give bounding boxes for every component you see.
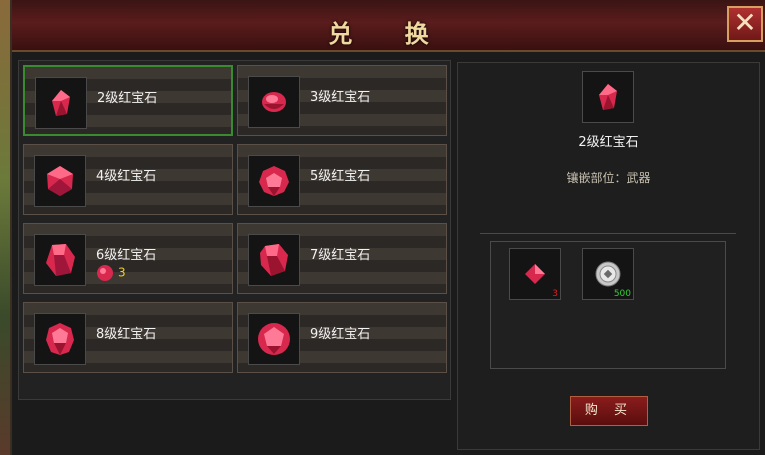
ruby-gem-icon [46,244,75,276]
ruby-gem-icon [262,92,286,112]
item-name: 2级红宝石 [97,91,158,106]
ruby-shard-icon [97,265,113,281]
item-ruby-lv6[interactable]: 6级红宝石 3 [23,223,233,294]
cost-slot-coin: 500 [582,248,634,300]
item-icon-slot [248,234,300,286]
ruby-gem-icon [47,166,73,196]
ruby-gem-icon [599,84,617,110]
item-icon-slot [35,77,87,129]
item-name: 9级红宝石 [310,327,371,342]
item-name: 3级红宝石 [310,90,371,105]
item-name: 5级红宝石 [310,169,371,184]
item-name: 8级红宝石 [96,327,157,342]
item-ruby-lv3[interactable]: 3级红宝石 [237,65,447,136]
cost-slot-ruby: 3 [509,248,561,300]
item-name: 6级红宝石 [96,248,157,263]
item-ruby-lv5[interactable]: 5级红宝石 [237,144,447,215]
cost-qty: 500 [613,289,631,299]
item-ruby-lv2[interactable]: 2级红宝石 [23,65,233,136]
item-list-panel: 2级红宝石 3级红宝石 4级红宝石 5级红宝石 6级红宝石 3 7级红宝石 8级… [18,60,451,400]
cost-qty: 3 [552,289,558,299]
close-icon: ✕ [733,6,757,39]
item-ruby-lv7[interactable]: 7级红宝石 [237,223,447,294]
item-ruby-lv4[interactable]: 4级红宝石 [23,144,233,215]
cost-box: 3 500 [490,241,726,369]
ruby-gem-icon [259,166,289,196]
item-cost-qty: 3 [118,265,126,280]
item-icon-slot [248,76,300,128]
item-name: 4级红宝石 [96,169,157,184]
ruby-shard-icon [525,264,545,284]
buy-button[interactable]: 购 买 [570,396,648,426]
item-cost: 3 [96,264,126,282]
divider [480,233,736,234]
item-ruby-lv8[interactable]: 8级红宝石 [23,302,233,373]
ruby-gem-icon [52,90,70,116]
detail-panel: 2级红宝石 镶嵌部位：武器 3 500 购 买 [457,62,760,450]
item-icon-slot [34,155,86,207]
detail-item-name: 2级红宝石 [578,135,639,150]
ruby-gem-icon [260,244,288,276]
ruby-gem-icon [258,323,290,355]
title-bar: 兑 换 ✕ [12,0,765,52]
exchange-window: 兑 换 ✕ 2级红宝石 3级红宝石 4级红宝石 5级红宝石 6级红宝石 3 7级… [10,0,765,455]
item-icon-slot [248,313,300,365]
item-ruby-lv9[interactable]: 9级红宝石 [237,302,447,373]
detail-icon-slot [582,71,634,123]
item-icon-slot [248,155,300,207]
item-name: 7级红宝石 [310,248,371,263]
detail-slot-info: 镶嵌部位：武器 [566,171,651,185]
window-title: 兑 换 [328,19,451,48]
item-icon-slot [34,313,86,365]
ruby-gem-icon [46,323,74,355]
close-button[interactable]: ✕ [727,6,763,42]
silver-coin-icon [595,261,621,287]
item-icon-slot [34,234,86,286]
